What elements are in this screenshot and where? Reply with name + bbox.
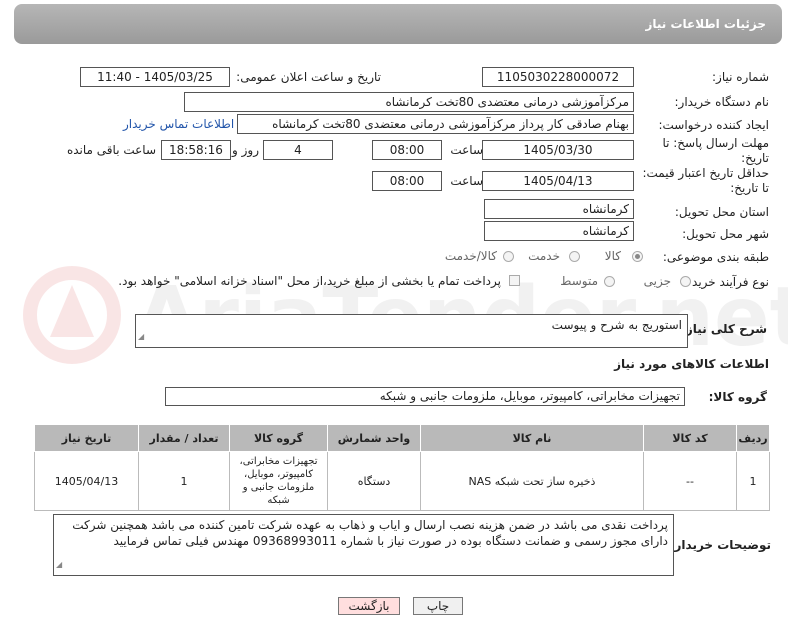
city-label: شهر محل تحویل: (682, 227, 769, 241)
category-option-goods-service: کالا/خدمت (444, 249, 497, 263)
buyer-notes-text: پرداخت نقدی می باشد در ضمن هزینه نصب ارس… (72, 518, 668, 548)
need-number-field: 1105030228000072 (482, 67, 634, 87)
table-row: 1 -- ذخیره ساز تحت شبکه NAS دستگاه تجهیز… (34, 451, 770, 511)
page-title: جزئیات اطلاعات نیاز (645, 17, 766, 31)
buyer-org-field: مرکزآموزشی درمانی معتضدی 80تخت کرمانشاه (184, 92, 634, 112)
col-header-need-date: تاریخ نیاز (34, 424, 139, 452)
page: جزئیات اطلاعات نیاز AriaTender.net شماره… (0, 0, 788, 632)
category-radio-goods[interactable] (632, 251, 643, 262)
print-button[interactable]: چاپ (413, 597, 463, 615)
buyer-org-label: نام دستگاه خریدار: (674, 95, 770, 109)
announce-datetime-field: 1405/03/25 - 11:40 (80, 67, 230, 87)
process-radio-minor[interactable] (680, 276, 691, 287)
reply-days-label: روز و (232, 143, 259, 157)
price-time-label: ساعت (450, 174, 483, 188)
cell-unit: دستگاه (327, 451, 421, 511)
reply-deadline-time: 08:00 (372, 140, 442, 160)
process-option-medium: متوسط (560, 274, 598, 288)
resize-grip-icon[interactable]: ◢ (138, 329, 144, 345)
requester-field: بهنام صادقی کار پرداز مرکزآموزشی درمانی … (237, 114, 634, 134)
reply-days-field: 4 (263, 140, 333, 160)
treasury-bonds-checkbox[interactable] (509, 275, 520, 286)
description-label: شرح کلی نیاز: (681, 322, 767, 336)
description-text: استوریج به شرح و پیوست (551, 318, 682, 332)
description-textarea: استوریج به شرح و پیوست ◢ (135, 314, 688, 348)
resize-grip-icon[interactable]: ◢ (56, 557, 62, 573)
table-header-row: ردیف کد کالا نام کالا واحد شمارش گروه کا… (34, 424, 770, 452)
city-field: کرمانشاه (484, 221, 634, 241)
category-option-service: خدمت (528, 249, 560, 263)
buyer-notes-textarea: پرداخت نقدی می باشد در ضمن هزینه نصب ارس… (53, 514, 674, 576)
category-option-goods: کالا (604, 249, 621, 263)
goods-group-label: گروه کالا: (708, 390, 767, 404)
col-header-unit: واحد شمارش (327, 424, 421, 452)
remaining-time-label: ساعت باقی مانده (66, 143, 156, 157)
announce-datetime-label: تاریخ و ساعت اعلان عمومی: (236, 70, 381, 84)
col-header-group: گروه کالا (229, 424, 328, 452)
remaining-time-field: 18:58:16 (161, 140, 231, 160)
goods-table: ردیف کد کالا نام کالا واحد شمارش گروه کا… (34, 424, 770, 511)
category-radio-goods-service[interactable] (503, 251, 514, 262)
goods-section-title: اطلاعات کالاهای مورد نیاز (614, 357, 769, 371)
cell-need-date: 1405/04/13 (34, 451, 139, 511)
buyer-notes-label: توضیحات خریدار: (669, 538, 771, 552)
cell-group: تجهیزات مخابراتی، کامپیوتر، موبایل، ملزو… (229, 451, 328, 511)
price-deadline-time: 08:00 (372, 171, 442, 191)
requester-label: ایجاد کننده درخواست: (658, 118, 769, 132)
reply-deadline-date: 1405/03/30 (482, 140, 634, 160)
page-header: جزئیات اطلاعات نیاز (14, 4, 782, 44)
reply-deadline-label: مهلت ارسال پاسخ: تا تاریخ: (662, 136, 769, 165)
col-header-row-number: ردیف (736, 424, 770, 452)
back-button[interactable]: بازگشت (338, 597, 400, 615)
province-field: کرمانشاه (484, 199, 634, 219)
process-type-label: نوع فرآیند خرید : (684, 275, 769, 289)
category-label: طبقه بندی موضوعی: (662, 250, 769, 264)
cell-row-number: 1 (736, 451, 770, 511)
goods-group-field: تجهیزات مخابراتی، کامپیوتر، موبایل، ملزو… (165, 387, 685, 406)
cell-item-code: -- (643, 451, 737, 511)
col-header-quantity: تعداد / مقدار (138, 424, 230, 452)
reply-time-label: ساعت (450, 143, 483, 157)
treasury-bonds-note: پرداخت تمام یا بخشی از مبلغ خرید،از محل … (118, 274, 501, 288)
cell-quantity: 1 (138, 451, 230, 511)
cell-item-name: ذخیره ساز تحت شبکه NAS (420, 451, 644, 511)
col-header-item-name: نام کالا (420, 424, 644, 452)
col-header-item-code: کد کالا (643, 424, 737, 452)
process-option-minor: جزیی (643, 274, 671, 288)
process-radio-medium[interactable] (604, 276, 615, 287)
price-deadline-label: حداقل تاریخ اعتبار قیمت: تا تاریخ: (642, 166, 769, 195)
province-label: استان محل تحویل: (674, 205, 769, 219)
category-radio-service[interactable] (569, 251, 580, 262)
buyer-contact-link[interactable]: اطلاعات تماس خریدار (123, 117, 234, 131)
price-deadline-date: 1405/04/13 (482, 171, 634, 191)
need-number-label: شماره نیاز: (712, 70, 769, 84)
